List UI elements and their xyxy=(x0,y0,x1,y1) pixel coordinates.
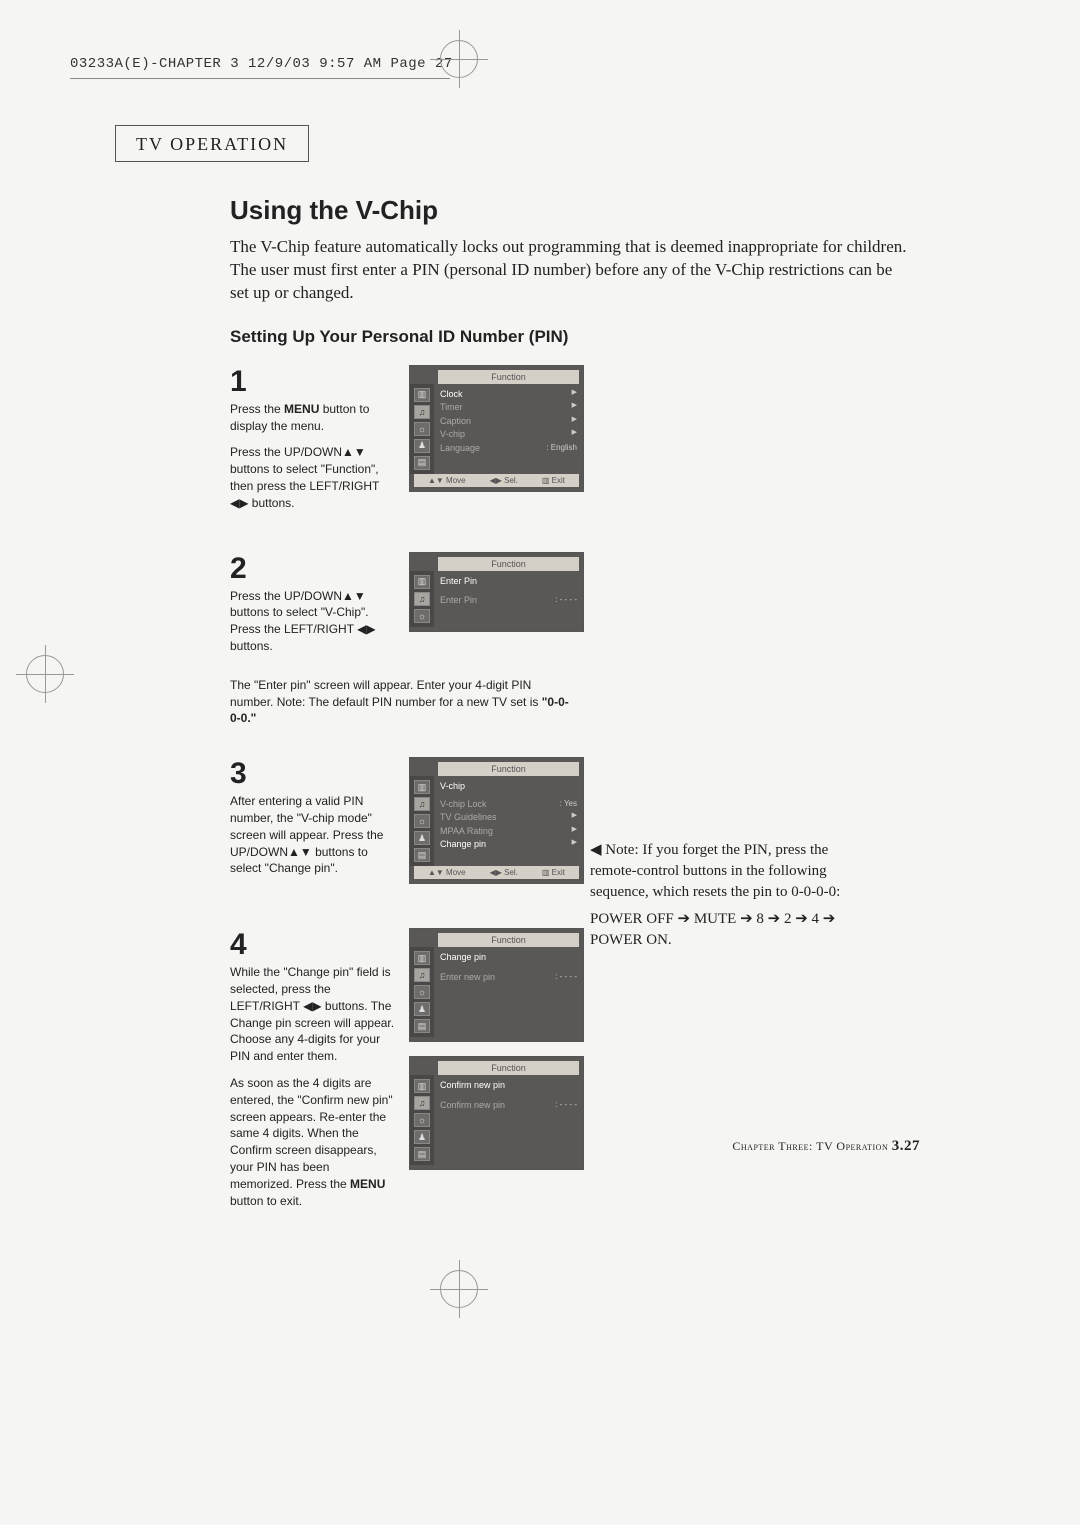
step-number: 1 xyxy=(230,365,395,399)
step-text: While the "Change pin" field is selected… xyxy=(230,964,395,1065)
side-note-text: ◀ Note: If you forget the PIN, press the… xyxy=(590,840,870,903)
channel-icon: ☼ xyxy=(414,814,430,828)
osd-screenshot: Function ▥ ♫ ☼ ♟ ▤ V-chip V-ch xyxy=(409,757,584,884)
channel-icon: ☼ xyxy=(414,1113,430,1127)
osd-screenshot: Function ▥ ♫ ☼ ♟ ▤ Clock▶ Time xyxy=(409,365,584,492)
side-note: ◀ Note: If you forget the PIN, press the… xyxy=(590,840,870,951)
sound-icon: ♫ xyxy=(414,968,430,982)
function-icon: ♟ xyxy=(414,439,430,453)
channel-icon: ☼ xyxy=(414,422,430,436)
osd-footer: ▲▼ Move ◀▶ Sel. ▥ Exit xyxy=(414,474,579,487)
picture-icon: ▥ xyxy=(414,388,430,402)
sound-icon: ♫ xyxy=(414,592,430,606)
section-title-box: TV OPERATION xyxy=(115,125,309,162)
step-note: The "Enter pin" screen will appear. Ente… xyxy=(230,677,570,727)
menu-icon: ▤ xyxy=(414,456,430,470)
picture-icon: ▥ xyxy=(414,1079,430,1093)
step-number: 2 xyxy=(230,552,395,586)
osd-icon-rail: ▥ ♫ ☼ ♟ ▤ xyxy=(410,947,434,1037)
side-note-sequence: POWER OFF ➔ MUTE ➔ 8 ➔ 2 ➔ 4 ➔ POWER ON. xyxy=(590,909,870,951)
osd-footer: ▲▼ Move ◀▶ Sel. ▥ Exit xyxy=(414,866,579,879)
function-icon: ♟ xyxy=(414,1002,430,1016)
channel-icon: ☼ xyxy=(414,985,430,999)
sub-heading: Setting Up Your Personal ID Number (PIN) xyxy=(230,327,910,347)
function-icon: ♟ xyxy=(414,831,430,845)
osd-icon-rail: ▥ ♫ ☼ ♟ ▤ xyxy=(410,776,434,866)
menu-icon: ▤ xyxy=(414,848,430,862)
osd-title: Function xyxy=(438,370,579,384)
intro-paragraph: The V-Chip feature automatically locks o… xyxy=(230,236,910,305)
osd-screenshot: Function ▥ ♫ ☼ ♟ ▤ Change pin xyxy=(409,928,584,1042)
step-2: 2 Press the UP/DOWN▲▼ buttons to select … xyxy=(230,552,910,665)
header-rule xyxy=(70,78,450,79)
page-title: Using the V-Chip xyxy=(230,195,910,226)
step-text: Press the UP/DOWN▲▼ buttons to select "F… xyxy=(230,444,395,511)
step-number: 3 xyxy=(230,757,395,791)
osd-rows: Change pin Enter new pin: - - - - xyxy=(434,947,583,1037)
step-4: 4 While the "Change pin" field is select… xyxy=(230,928,910,1219)
content-area: Using the V-Chip The V-Chip feature auto… xyxy=(230,195,910,1249)
osd-rows: Clock▶ Timer▶ Caption▶ V-chip▶ Language:… xyxy=(434,384,583,474)
picture-icon: ▥ xyxy=(414,780,430,794)
step-text: After entering a valid PIN number, the "… xyxy=(230,793,395,877)
crop-mark-icon xyxy=(459,30,460,88)
picture-icon: ▥ xyxy=(414,575,430,589)
step-text: Press the MENU button to display the men… xyxy=(230,401,395,435)
osd-screenshot: Function ▥ ♫ ☼ ♟ ▤ Confirm new pin xyxy=(409,1056,584,1170)
osd-rows: Confirm new pin Confirm new pin: - - - - xyxy=(434,1075,583,1165)
steps-container: 1 Press the MENU button to display the m… xyxy=(230,365,910,1220)
osd-rows: V-chip V-chip Lock: Yes TV Guidelines▶ M… xyxy=(434,776,583,866)
sound-icon: ♫ xyxy=(414,1096,430,1110)
menu-icon: ▤ xyxy=(414,1019,430,1033)
print-header: 03233A(E)-CHAPTER 3 12/9/03 9:57 AM Page… xyxy=(70,56,453,72)
crop-mark-icon xyxy=(45,645,46,703)
step-text: Press the UP/DOWN▲▼ buttons to select "V… xyxy=(230,588,395,655)
osd-icon-rail: ▥ ♫ ☼ ♟ ▤ xyxy=(410,1075,434,1165)
step-number: 4 xyxy=(230,928,395,962)
function-icon: ♟ xyxy=(414,1130,430,1144)
step-text: As soon as the 4 digits are entered, the… xyxy=(230,1075,395,1209)
osd-icon-rail: ▥ ♫ ☼ xyxy=(410,571,434,627)
osd-title: Function xyxy=(438,762,579,776)
sound-icon: ♫ xyxy=(414,405,430,419)
osd-title: Function xyxy=(438,933,579,947)
crop-mark-icon xyxy=(459,1260,460,1318)
step-1: 1 Press the MENU button to display the m… xyxy=(230,365,910,522)
section-title: TV OPERATION xyxy=(136,134,288,154)
menu-icon: ▤ xyxy=(414,1147,430,1161)
osd-rows: Enter Pin Enter Pin: - - - - xyxy=(434,571,583,627)
osd-title: Function xyxy=(438,1061,579,1075)
osd-icon-rail: ▥ ♫ ☼ ♟ ▤ xyxy=(410,384,434,474)
channel-icon: ☼ xyxy=(414,609,430,623)
osd-title: Function xyxy=(438,557,579,571)
page-footer: Chapter Three: TV Operation 3.27 xyxy=(732,1138,920,1155)
osd-screenshot: Function ▥ ♫ ☼ Enter Pin Enter Pin: - - … xyxy=(409,552,584,632)
manual-page: 03233A(E)-CHAPTER 3 12/9/03 9:57 AM Page… xyxy=(0,0,1080,1525)
picture-icon: ▥ xyxy=(414,951,430,965)
sound-icon: ♫ xyxy=(414,797,430,811)
